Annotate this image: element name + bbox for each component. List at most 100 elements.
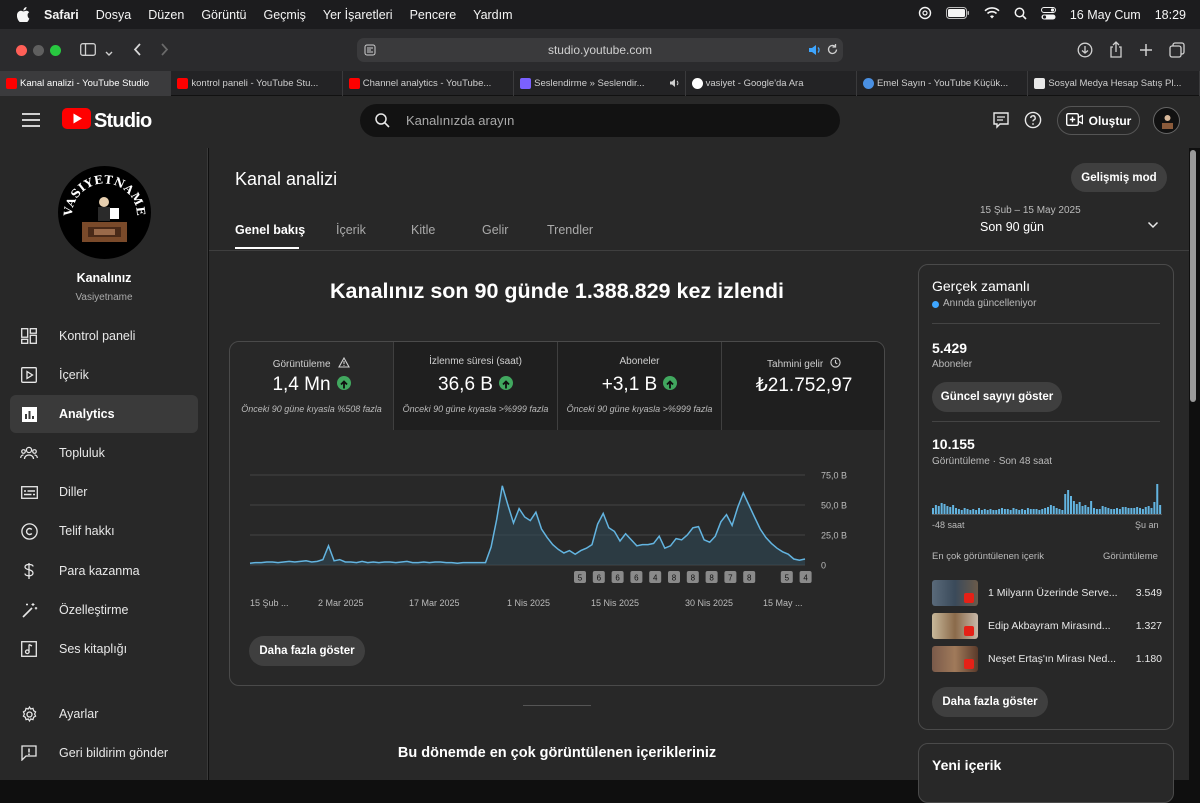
tab-content[interactable]: İçerik: [336, 223, 366, 237]
menu-file[interactable]: Dosya: [96, 8, 131, 22]
tab-trends[interactable]: Trendler: [547, 223, 593, 237]
account-avatar[interactable]: [1153, 107, 1180, 134]
tab-overview-icon[interactable]: [1169, 42, 1185, 63]
sidebar-item-community[interactable]: Topluluk: [10, 434, 198, 472]
wifi-icon[interactable]: [984, 7, 1000, 22]
channel-avatar[interactable]: VASIYETNAME: [58, 166, 151, 259]
views-area-chart[interactable]: 75,0 B 50,0 B 25,0 B 0 5 6 6 6 4 8 8 8 7 8 5 4 15 Şub ..…: [230, 430, 884, 620]
browser-tab[interactable]: Channel analytics - YouTube...: [343, 71, 515, 96]
menu-bookmarks[interactable]: Yer İşaretleri: [323, 8, 393, 22]
metric-revenue[interactable]: Tahmini gelir ₺21.752,97: [722, 342, 884, 430]
menu-app-name[interactable]: Safari: [44, 8, 79, 22]
y-tick-label: 75,0 B: [821, 471, 847, 481]
page-menu-icon[interactable]: [364, 44, 376, 59]
sidebar-item-dashboard[interactable]: Kontrol paneli: [10, 317, 198, 355]
browser-tab[interactable]: kontrol paneli - YouTube Stu...: [171, 71, 343, 96]
tab-audience[interactable]: Kitle: [411, 223, 435, 237]
realtime-views-label: Görüntüleme · Son 48 saat: [932, 456, 1053, 467]
browser-tab[interactable]: Sosyal Medya Hesap Satış Pl...: [1028, 71, 1200, 96]
realtime-bar: [1049, 505, 1052, 514]
battery-icon[interactable]: [945, 7, 970, 22]
zoom-window-button[interactable]: [50, 45, 61, 56]
sidebar-item-copyright[interactable]: Telif hakkı: [10, 512, 198, 550]
hamburger-menu-icon[interactable]: [22, 113, 40, 132]
browser-tab[interactable]: Seslendirme » Seslendir...: [514, 71, 686, 96]
search-input[interactable]: Kanalınızda arayın: [360, 104, 840, 137]
browser-tab[interactable]: vasiyet - Google'da Ara: [686, 71, 857, 96]
advanced-mode-button[interactable]: Gelişmiş mod: [1071, 163, 1167, 192]
overview-chart-card: Görüntüleme 1,4 Mn Önceki 90 güne kıyasl…: [229, 341, 885, 686]
arrow-up-icon: [498, 375, 513, 390]
openai-icon[interactable]: [918, 6, 932, 23]
menu-view[interactable]: Görüntü: [201, 8, 246, 22]
back-icon[interactable]: [132, 42, 142, 62]
metric-watch-time[interactable]: İzlenme süresi (saat) 36,6 B Önceki 90 g…: [394, 342, 558, 430]
new-tab-icon[interactable]: [1139, 43, 1153, 62]
minimize-window-button[interactable]: [33, 45, 44, 56]
date-range[interactable]: 15 Şub – 15 May 2025: [980, 205, 1081, 216]
release-marker-count: 8: [709, 574, 714, 583]
realtime-bar: [1095, 509, 1098, 514]
realtime-bar: [1006, 509, 1009, 514]
control-center-icon[interactable]: [1040, 6, 1056, 23]
address-url[interactable]: studio.youtube.com: [548, 43, 652, 57]
feedback-messages-icon[interactable]: [993, 112, 1009, 134]
help-icon[interactable]: [1024, 111, 1042, 134]
menu-history[interactable]: Geçmiş: [264, 8, 306, 22]
realtime-show-more-button[interactable]: Daha fazla göster: [932, 687, 1048, 717]
realtime-bar: [978, 508, 981, 514]
apple-logo-icon[interactable]: [14, 6, 32, 24]
chart-show-more-button[interactable]: Daha fazla göster: [249, 636, 365, 666]
date-period[interactable]: Son 90 gün: [980, 220, 1044, 234]
sidebar-item-analytics[interactable]: Analytics: [10, 395, 198, 433]
top-content-row[interactable]: 1 Milyarın Üzerinde Serve... 3.549: [932, 580, 1162, 606]
sidebar-item-content[interactable]: İçerik: [10, 356, 198, 394]
realtime-48h-bar-chart[interactable]: [932, 480, 1162, 516]
tab-title: Sosyal Medya Hesap Satış Pl...: [1048, 78, 1182, 89]
sidebar-item-send-feedback[interactable]: Geri bildirim gönder: [10, 734, 198, 772]
warning-icon[interactable]: [338, 356, 351, 371]
create-button[interactable]: Oluştur: [1057, 106, 1140, 135]
sidebar-item-languages[interactable]: Diller: [10, 473, 198, 511]
speaker-icon[interactable]: [669, 78, 680, 91]
chevron-down-icon[interactable]: [1147, 216, 1159, 234]
reload-icon[interactable]: [826, 43, 839, 59]
top-content-row[interactable]: Neşet Ertaş'ın Mirası Ned... 1.180: [932, 646, 1162, 672]
realtime-bar: [1072, 501, 1075, 514]
forward-icon[interactable]: [160, 42, 170, 62]
browser-tab[interactable]: Kanal analizi - YouTube Studio: [0, 71, 172, 96]
tab-overview[interactable]: Genel bakış: [235, 223, 305, 237]
realtime-bar: [998, 509, 1001, 514]
menubar-date[interactable]: 16 May Cum: [1070, 8, 1141, 22]
community-icon: [20, 444, 38, 462]
address-bar[interactable]: studio.youtube.com: [357, 38, 843, 62]
downloads-icon[interactable]: [1077, 42, 1093, 63]
sidebar-item-customization[interactable]: Özelleştirme: [10, 591, 198, 629]
divider: [932, 323, 1160, 324]
studio-logo[interactable]: Studio: [62, 108, 152, 134]
sidebar-item-monetization[interactable]: Para kazanma: [10, 552, 198, 590]
show-current-count-button[interactable]: Güncel sayıyı göster: [932, 382, 1062, 412]
menu-help[interactable]: Yardım: [473, 8, 512, 22]
close-window-button[interactable]: [16, 45, 27, 56]
browser-tab[interactable]: Emel Sayın - YouTube Küçük...: [857, 71, 1029, 96]
sidebar-item-audio-library[interactable]: Ses kitaplığı: [10, 630, 198, 668]
top-content-header: En çok görüntülenen içerik: [932, 551, 1044, 562]
top-content-row[interactable]: Edip Akbayram Mirasınd... 1.327: [932, 613, 1162, 639]
tab-revenue[interactable]: Gelir: [482, 223, 508, 237]
youtube-favicon-icon: [348, 78, 360, 89]
menu-edit[interactable]: Düzen: [148, 8, 184, 22]
create-video-icon: [1065, 112, 1083, 129]
chevron-down-icon[interactable]: [104, 45, 114, 63]
spotlight-search-icon[interactable]: [1014, 7, 1027, 23]
share-icon[interactable]: [1109, 41, 1123, 63]
menubar-time[interactable]: 18:29: [1155, 8, 1186, 22]
metric-subscribers[interactable]: Aboneler +3,1 B Önceki 90 güne kıyasla >…: [558, 342, 722, 430]
audio-playing-icon[interactable]: [808, 44, 822, 59]
metric-views[interactable]: Görüntüleme 1,4 Mn Önceki 90 güne kıyasl…: [230, 342, 394, 430]
menu-window[interactable]: Pencere: [410, 8, 457, 22]
clock-icon[interactable]: [830, 357, 841, 371]
page-scrollbar[interactable]: [1190, 150, 1196, 402]
sidebar-toggle-icon[interactable]: [80, 43, 96, 61]
sidebar-item-settings[interactable]: Ayarlar: [10, 695, 198, 733]
